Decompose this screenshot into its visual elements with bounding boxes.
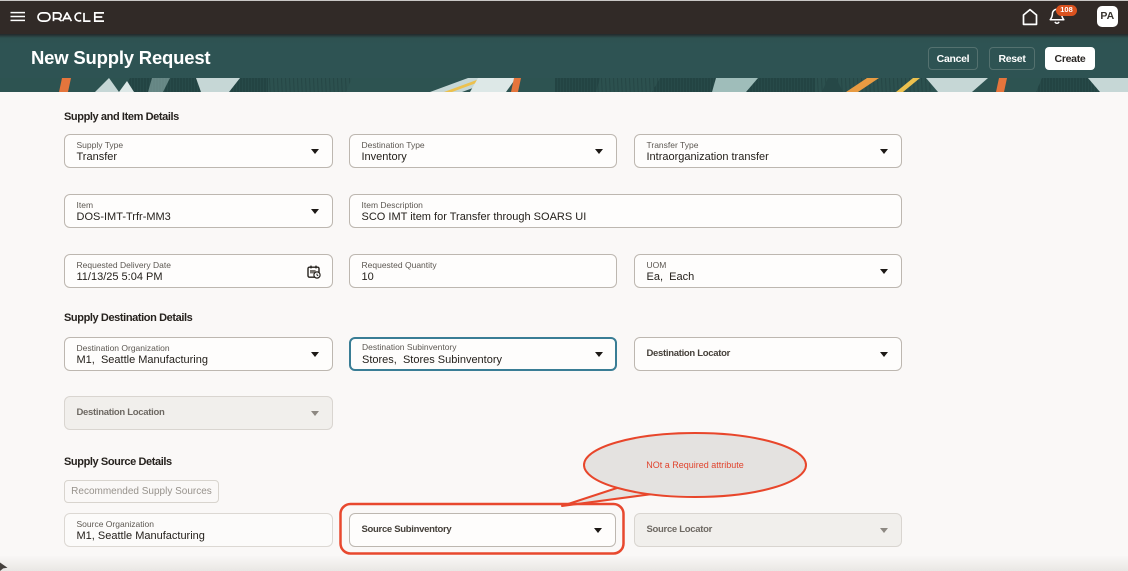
svg-text:NOt a Required attribute: NOt a Required attribute xyxy=(646,460,744,470)
